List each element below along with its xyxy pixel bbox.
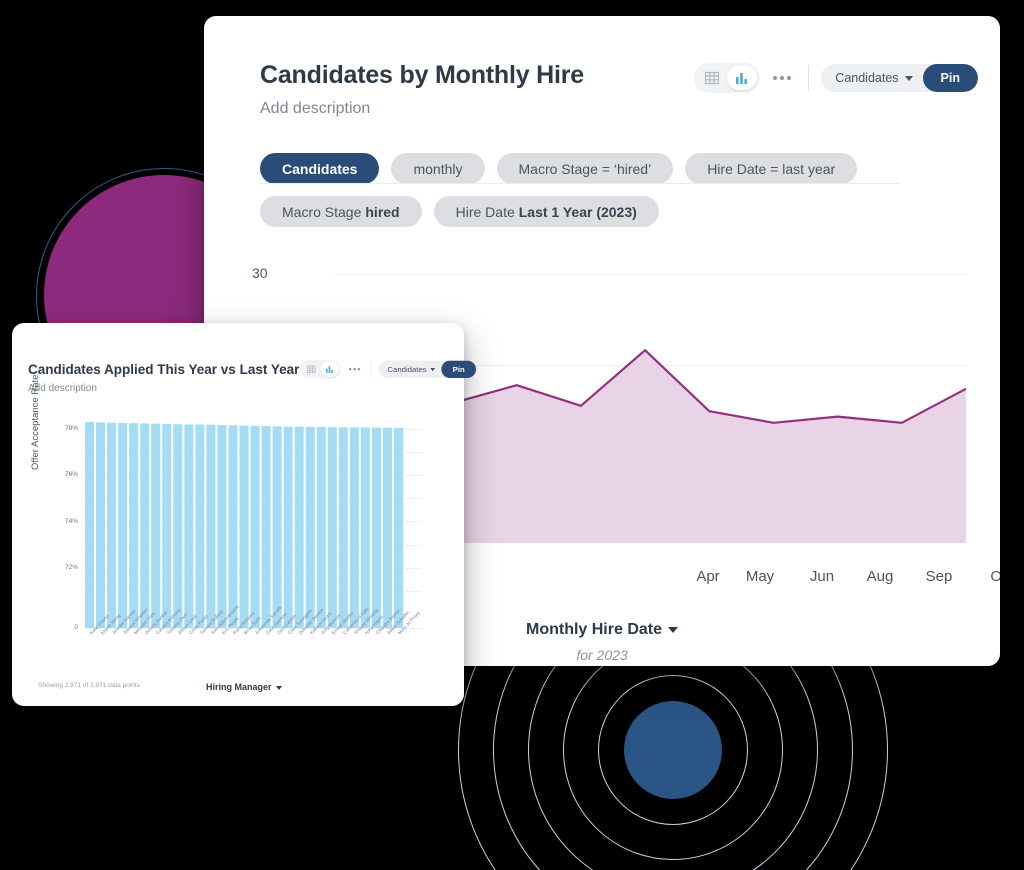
applied-filter-hire-date-value: Last 1 Year (2023) — [518, 203, 637, 220]
bar[interactable] — [107, 422, 117, 628]
x-tick-apr: Apr — [696, 568, 720, 585]
x-tick-oct: Oct — [990, 568, 1000, 585]
mini-y-tick-0: 0 — [74, 624, 78, 631]
bar[interactable] — [261, 426, 271, 628]
chip-divider — [260, 183, 900, 184]
screenshot-canvas: Candidates by Monthly Hire Add descripti… — [0, 0, 1024, 870]
applied-filter-macro-stage-label: Macro Stage — [282, 203, 362, 220]
bar-chart[interactable] — [84, 420, 404, 628]
filter-chip-macro-stage[interactable]: Macro Stage = ‘hired’ — [496, 153, 674, 184]
bar[interactable] — [316, 427, 326, 628]
mini-candidates-dropdown[interactable]: Candidates — [379, 361, 442, 378]
bar[interactable] — [382, 427, 392, 628]
bar[interactable] — [129, 423, 139, 628]
x-axis-title-label: Monthly Hire Date — [525, 621, 662, 638]
applied-filter-hire-date-label: Hire Date — [455, 203, 515, 220]
bar-chart-icon[interactable] — [320, 361, 340, 377]
bar[interactable] — [393, 427, 404, 628]
bar[interactable] — [305, 426, 315, 628]
chevron-down-icon — [904, 75, 913, 81]
main-toolbar: Candidates Pin — [694, 63, 978, 93]
data-points-status: Showing 2,971 of 2,971 data points — [38, 682, 140, 689]
bar[interactable] — [294, 426, 304, 628]
mini-toolbar: Candidates Pin — [300, 360, 476, 379]
bar[interactable] — [338, 427, 348, 628]
bar[interactable] — [360, 427, 370, 628]
bar[interactable] — [96, 422, 106, 628]
chevron-down-icon — [275, 686, 282, 690]
mini-x-axis-title[interactable]: Hiring Manager — [206, 682, 282, 692]
filter-chip-row-secondary: Macro Stage hired Hire Date Last 1 Year … — [260, 196, 659, 227]
chevron-down-icon — [668, 626, 678, 633]
bar[interactable] — [272, 426, 282, 628]
bar[interactable] — [228, 425, 238, 628]
more-options-icon[interactable] — [768, 64, 796, 92]
bar[interactable] — [217, 425, 227, 628]
bar[interactable] — [195, 424, 205, 628]
pin-control-group: Candidates Pin — [821, 64, 978, 92]
bar[interactable] — [327, 427, 337, 628]
mini-y-tick-72: 72% — [64, 564, 78, 571]
filter-chip-hire-date[interactable]: Hire Date = last year — [685, 153, 858, 184]
mini-y-tick-74: 74% — [64, 518, 78, 525]
bar[interactable] — [206, 424, 216, 628]
mini-candidates-dropdown-label: Candidates — [387, 364, 427, 374]
bar[interactable] — [239, 425, 249, 628]
page-title: Candidates by Monthly Hire — [260, 61, 585, 89]
mini-card-title: Candidates Applied This Year vs Last Yea… — [28, 362, 300, 377]
mini-x-axis-title-label: Hiring Manager — [206, 682, 272, 692]
mini-y-axis-title: Offer Acceptance Rate — [30, 374, 41, 470]
table-icon[interactable] — [302, 362, 321, 377]
candidates-dropdown[interactable]: Candidates — [821, 64, 922, 92]
bar[interactable] — [140, 423, 150, 628]
mini-pin-control-group: Candidates Pin — [378, 360, 476, 378]
x-tick-jun: Jun — [809, 568, 835, 585]
x-tick-sep: Sep — [925, 568, 953, 585]
toolbar-divider — [808, 65, 810, 91]
bar[interactable] — [84, 421, 95, 628]
filter-chip-candidates[interactable]: Candidates — [260, 153, 380, 184]
bar[interactable] — [250, 425, 260, 628]
description-placeholder[interactable]: Add description — [260, 100, 370, 118]
bar[interactable] — [151, 423, 161, 628]
mini-view-toggle-group — [300, 360, 341, 379]
pin-button[interactable]: Pin — [922, 64, 978, 92]
mini-pin-button[interactable]: Pin — [441, 360, 476, 378]
filter-chip-monthly[interactable]: monthly — [391, 153, 485, 184]
bar[interactable] — [162, 423, 172, 628]
bar[interactable] — [173, 424, 183, 628]
applied-filter-macro-stage[interactable]: Macro Stage hired — [260, 196, 422, 227]
bar[interactable] — [118, 422, 128, 628]
applied-filter-hire-date[interactable]: Hire Date Last 1 Year (2023) — [433, 196, 659, 227]
more-options-icon[interactable] — [346, 361, 363, 378]
toolbar-divider — [370, 361, 372, 378]
bar[interactable] — [283, 426, 293, 628]
mini-y-tick-76: 76% — [64, 471, 78, 478]
decorative-blue-circle — [624, 701, 722, 799]
table-icon[interactable] — [697, 66, 727, 90]
view-toggle-group — [694, 63, 761, 93]
x-tick-aug: Aug — [866, 568, 894, 585]
bar[interactable] — [184, 424, 194, 629]
bar[interactable] — [371, 427, 381, 628]
mini-y-tick-78: 78% — [64, 425, 78, 432]
candidates-dropdown-label: Candidates — [835, 71, 899, 85]
bar-chart-icon[interactable] — [727, 66, 758, 90]
x-tick-may: May — [745, 568, 775, 585]
bar[interactable] — [349, 427, 359, 628]
filter-chip-row-primary: Candidates monthly Macro Stage = ‘hired’… — [260, 153, 858, 184]
applied-filter-macro-stage-value: hired — [365, 203, 400, 220]
chevron-down-icon — [430, 367, 436, 371]
